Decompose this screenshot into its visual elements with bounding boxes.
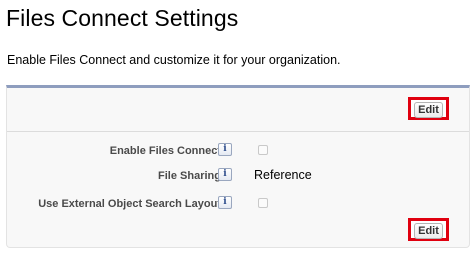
external-object-search-layout-checkbox (258, 198, 268, 208)
field-row-file-sharing: File Sharing i Reference (7, 168, 471, 186)
field-label-external-object-search-layout: Use External Object Search Layout (38, 198, 221, 210)
info-icon[interactable]: i (218, 168, 232, 181)
page-title: Files Connect Settings (6, 5, 239, 31)
edit-button-highlight-bottom: Edit (408, 218, 449, 241)
info-icon[interactable]: i (218, 143, 232, 156)
edit-button-top[interactable]: Edit (414, 102, 443, 118)
edit-button-bottom[interactable]: Edit (414, 223, 443, 239)
field-label-enable-files-connect: Enable Files Connect (109, 145, 221, 157)
settings-panel: Edit Enable Files Connect i File Sharing… (6, 85, 470, 248)
info-icon[interactable]: i (218, 196, 232, 209)
page-description: Enable Files Connect and customize it fo… (7, 53, 341, 67)
panel-divider (7, 131, 469, 132)
enable-files-connect-checkbox (258, 145, 268, 155)
file-sharing-value: Reference (254, 168, 312, 182)
field-label-file-sharing: File Sharing (158, 170, 221, 182)
field-row-external-object-search-layout: Use External Object Search Layout i (7, 196, 471, 214)
edit-button-highlight-top: Edit (408, 97, 449, 120)
field-row-enable-files-connect: Enable Files Connect i (7, 143, 471, 161)
